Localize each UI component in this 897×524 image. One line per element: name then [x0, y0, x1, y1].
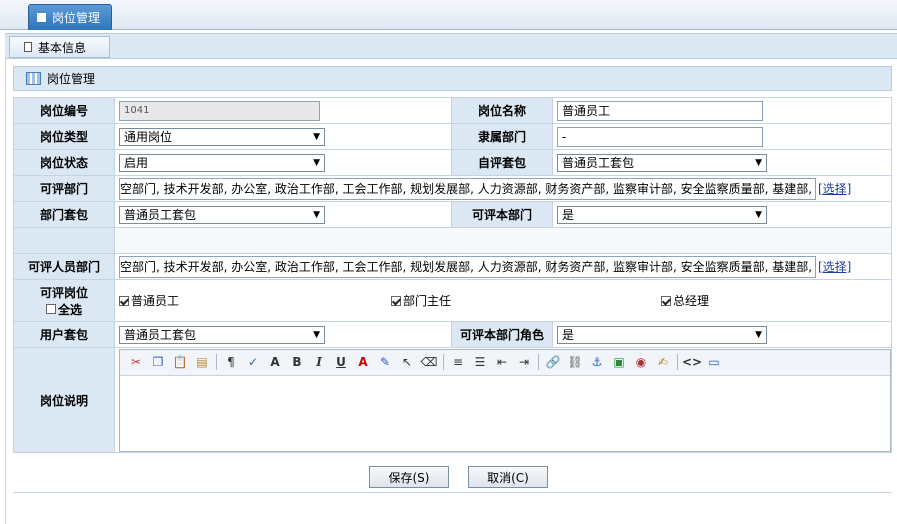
eval-staff-depts-input[interactable]: 空部门, 技术开发部, 办公室, 政治工作部, 工会工作部, 规划发展部, 人力… [119, 255, 816, 278]
outdent-icon[interactable]: ⇤ [492, 352, 512, 372]
post-type-select[interactable]: 通用岗位 ▼ [119, 127, 325, 146]
dropdown-arrow-icon: ▼ [755, 329, 762, 340]
rich-text-editor: ✂ ❐ 📋 ▤ ¶ ✓ A B I U A ✎ ↖ ⌫ ≡ ☰ ⇤ ⇥ 🔗 ⛓ … [119, 348, 891, 452]
cancel-button[interactable]: 取消(C) [468, 466, 548, 488]
square-icon [37, 13, 46, 22]
toolbar-separator [677, 354, 678, 370]
eval-own-dept-role-label: 可评本部门角色 [451, 321, 553, 348]
sub-tab-bar: 基本信息 [5, 33, 897, 59]
font-size-icon[interactable]: A [265, 352, 285, 372]
post-code-input[interactable]: 1041 [119, 100, 320, 121]
align-left-icon[interactable]: ≡ [448, 352, 468, 372]
section-title: 岗位管理 [47, 72, 96, 86]
toolbar-separator [443, 354, 444, 370]
department-label: 隶属部门 [451, 123, 553, 150]
post-status-select[interactable]: 启用 ▼ [119, 153, 325, 172]
checkbox-icon [45, 304, 56, 314]
flash-icon[interactable]: ◉ [631, 352, 651, 372]
checked-checkbox-icon [391, 295, 401, 306]
source-code-icon[interactable]: <> [682, 352, 702, 372]
eval-depts-label: 可评部门 [13, 175, 115, 202]
unlink-icon[interactable]: ⛓ [565, 352, 585, 372]
document-icon [24, 42, 32, 52]
eraser-icon[interactable]: ⌫ [419, 352, 439, 372]
description-label: 岗位说明 [13, 347, 115, 453]
self-eval-pkg-select[interactable]: 普通员工套包 ▼ [557, 153, 767, 172]
post-form: 岗位编号 1041 岗位名称 普通员工 岗位类型 通用岗位 ▼ 隶属部门 - 岗位… [13, 97, 892, 453]
post-name-label: 岗位名称 [451, 97, 553, 124]
eval-depts-choose-link[interactable]: [选择] [818, 180, 851, 197]
dept-pkg-label: 部门套包 [13, 201, 115, 228]
toolbar-separator [216, 354, 217, 370]
top-tab-bar: 岗位管理 [0, 0, 897, 30]
eval-staff-depts-choose-link[interactable]: [选择] [818, 258, 851, 275]
save-button[interactable]: 保存(S) [369, 466, 449, 488]
eval-own-dept-label: 可评本部门 [451, 201, 553, 228]
select-cursor-icon[interactable]: ↖ [397, 352, 417, 372]
list-icon[interactable]: ☰ [470, 352, 490, 372]
eval-posts-label-cell: 可评岗位 全选 [13, 279, 115, 322]
divider [13, 492, 892, 493]
indent-icon[interactable]: ⇥ [514, 352, 534, 372]
empty-label-cell [13, 227, 115, 254]
editor-toolbar: ✂ ❐ 📋 ▤ ¶ ✓ A B I U A ✎ ↖ ⌫ ≡ ☰ ⇤ ⇥ 🔗 ⛓ … [120, 349, 890, 376]
bold-icon[interactable]: B [287, 352, 307, 372]
eval-posts-label: 可评岗位 [39, 285, 88, 300]
format-icon[interactable]: ¶ [221, 352, 241, 372]
paste-text-icon[interactable]: ▤ [192, 352, 212, 372]
dropdown-arrow-icon: ▼ [755, 157, 762, 168]
dropdown-arrow-icon: ▼ [755, 209, 762, 220]
dropdown-arrow-icon: ▼ [313, 131, 320, 142]
edit-icon[interactable]: ✍ [653, 352, 673, 372]
description-textarea[interactable] [120, 376, 890, 452]
eval-own-dept-select[interactable]: 是 ▼ [557, 205, 767, 224]
eval-own-dept-role-select[interactable]: 是 ▼ [557, 325, 767, 344]
tab-basic-info[interactable]: 基本信息 [9, 36, 110, 58]
dropdown-arrow-icon: ▼ [313, 329, 320, 340]
eval-post-option[interactable]: 部门主任 [391, 292, 661, 309]
eval-staff-depts-label: 可评人员部门 [13, 253, 115, 280]
divider [5, 59, 6, 524]
post-name-input[interactable]: 普通员工 [557, 100, 763, 121]
fullscreen-icon[interactable]: ▭ [704, 352, 724, 372]
underline-icon[interactable]: U [331, 352, 351, 372]
font-color-icon[interactable]: A [353, 352, 373, 372]
grid-icon [26, 72, 41, 85]
italic-icon[interactable]: I [309, 352, 329, 372]
tab-label: 岗位管理 [52, 11, 101, 25]
post-status-label: 岗位状态 [13, 149, 115, 176]
user-pkg-select[interactable]: 普通员工套包 ▼ [119, 325, 325, 344]
paste-icon[interactable]: 📋 [170, 352, 190, 372]
image-icon[interactable]: ▣ [609, 352, 629, 372]
eval-depts-input[interactable]: 空部门, 技术开发部, 办公室, 政治工作部, 工会工作部, 规划发展部, 人力… [119, 177, 816, 200]
cut-icon[interactable]: ✂ [126, 352, 146, 372]
copy-icon[interactable]: ❐ [148, 352, 168, 372]
button-bar: 保存(S) 取消(C) [369, 466, 548, 488]
checked-checkbox-icon [119, 295, 129, 306]
eval-post-option[interactable]: 总经理 [661, 292, 709, 309]
dept-pkg-select[interactable]: 普通员工套包 ▼ [119, 205, 325, 224]
highlight-icon[interactable]: ✎ [375, 352, 395, 372]
section-header: 岗位管理 [13, 66, 892, 91]
post-type-label: 岗位类型 [13, 123, 115, 150]
tab-label: 基本信息 [38, 40, 87, 55]
toolbar-separator [538, 354, 539, 370]
dropdown-arrow-icon: ▼ [313, 209, 320, 220]
post-code-label: 岗位编号 [13, 97, 115, 124]
link-icon[interactable]: 🔗 [543, 352, 563, 372]
department-input[interactable]: - [557, 126, 763, 147]
spellcheck-icon[interactable]: ✓ [243, 352, 263, 372]
empty-row [114, 227, 892, 254]
checked-checkbox-icon [661, 295, 671, 306]
user-pkg-label: 用户套包 [13, 321, 115, 348]
tab-post-management[interactable]: 岗位管理 [28, 4, 112, 30]
select-all-checkbox[interactable]: 全选 [18, 301, 110, 318]
eval-post-option[interactable]: 普通员工 [119, 292, 391, 309]
self-eval-pkg-label: 自评套包 [451, 149, 553, 176]
dropdown-arrow-icon: ▼ [313, 157, 320, 168]
anchor-icon[interactable]: ⚓ [587, 352, 607, 372]
